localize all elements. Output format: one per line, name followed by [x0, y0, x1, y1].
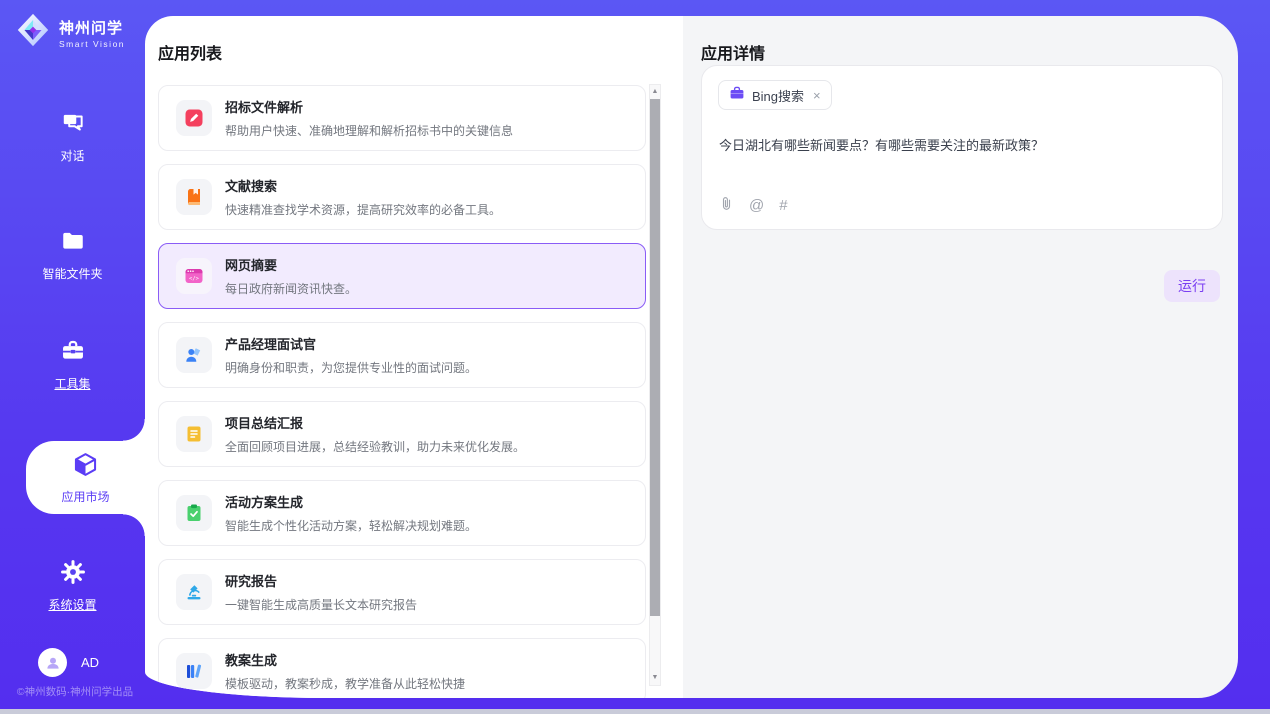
app-desc: 快速精准查找学术资源，提高研究效率的必备工具。: [225, 201, 501, 218]
tool-chip-bing-search[interactable]: Bing搜索 ×: [718, 80, 832, 110]
brand-logo: 神州问学 Smart Vision: [14, 11, 125, 54]
sidebar-item-toolset[interactable]: 工具集: [0, 338, 145, 392]
sidebar-item-smart-folder[interactable]: 智能文件夹: [0, 228, 145, 282]
sidebar: 神州问学 Smart Vision 对话: [0, 0, 145, 714]
tool-chip-label: Bing搜索: [752, 86, 804, 105]
app-list: 招标文件解析 帮助用户快速、准确地理解和解析招标书中的关键信息 文献搜索: [158, 85, 646, 698]
scroll-down-icon[interactable]: ▼: [650, 672, 660, 684]
paperclip-icon[interactable]: [719, 195, 734, 216]
web-page-icon: </>: [176, 258, 212, 294]
content-area: 应用列表 招标文件解析 帮助用户快速、准确地理解和解析招标书中的关键信息: [145, 16, 1238, 698]
app-desc: 明确身份和职责，为您提供专业性的面试问题。: [225, 359, 477, 376]
chip-close-icon[interactable]: ×: [813, 88, 821, 103]
interviewer-icon: [176, 337, 212, 373]
scroll-up-icon[interactable]: ▲: [650, 86, 660, 98]
app-name: 招标文件解析: [225, 97, 513, 116]
app-desc: 一键智能生成高质量长文本研究报告: [225, 596, 417, 613]
hash-icon[interactable]: #: [779, 197, 787, 214]
app-detail-panel: 应用详情 Bing搜索 × 今日湖北有哪些新闻要点？有哪些需要关注的最新政策？: [683, 16, 1238, 698]
app-card-project-summary[interactable]: 项目总结汇报 全面回顾项目进展，总结经验教训，助力未来优化发展。: [158, 401, 646, 467]
app-desc: 每日政府新闻资讯快查。: [225, 280, 357, 297]
app-window: 神州问学 Smart Vision 对话: [0, 0, 1270, 714]
sidebar-item-app-market[interactable]: 应用市场: [26, 441, 145, 514]
app-name: 产品经理面试官: [225, 334, 477, 353]
run-button[interactable]: 运行: [1164, 270, 1220, 302]
briefcase-icon: [729, 85, 745, 106]
sidebar-item-label: 工具集: [54, 375, 90, 392]
composer-toolbar: @ #: [719, 195, 788, 216]
scrollbar-thumb[interactable]: [650, 99, 660, 616]
app-name: 网页摘要: [225, 255, 357, 274]
app-card-research-report[interactable]: 研究报告 一键智能生成高质量长文本研究报告: [158, 559, 646, 625]
app-card-pm-interviewer[interactable]: 产品经理面试官 明确身份和职责，为您提供专业性的面试问题。: [158, 322, 646, 388]
user-account[interactable]: AD: [38, 648, 99, 677]
folder-icon: [60, 228, 86, 259]
app-detail-title: 应用详情: [701, 40, 765, 64]
at-icon[interactable]: @: [749, 197, 764, 214]
brand-name: 神州问学: [59, 17, 125, 38]
svg-text:</>: </>: [189, 276, 200, 282]
sidebar-nav: 对话 智能文件夹: [0, 110, 145, 613]
prompt-card[interactable]: Bing搜索 × 今日湖北有哪些新闻要点？有哪些需要关注的最新政策？ @ #: [701, 65, 1223, 230]
book-icon: [176, 179, 212, 215]
toolbox-icon: [60, 338, 86, 369]
bid-doc-icon: [176, 100, 212, 136]
app-name: 文献搜索: [225, 176, 501, 195]
app-desc: 帮助用户快速、准确地理解和解析招标书中的关键信息: [225, 122, 513, 139]
clipboard-check-icon: [176, 495, 212, 531]
sidebar-item-chat[interactable]: 对话: [0, 110, 145, 164]
sidebar-item-label: 对话: [60, 147, 84, 164]
books-icon: [176, 653, 212, 689]
gear-icon: [60, 559, 86, 590]
copyright-footer: ©神州数码·神州问学出品: [0, 684, 150, 699]
app-desc: 智能生成个性化活动方案，轻松解决规划难题。: [225, 517, 477, 534]
avatar: [38, 648, 67, 677]
sidebar-item-label: 应用市场: [61, 488, 109, 505]
sidebar-item-settings[interactable]: 系统设置: [0, 559, 145, 613]
cube-icon: [72, 451, 99, 483]
diamond-logo-icon: [14, 11, 52, 54]
chat-icon: [60, 110, 86, 141]
app-list-title: 应用列表: [158, 40, 222, 64]
sidebar-item-label: 智能文件夹: [42, 265, 102, 282]
app-card-web-summary[interactable]: </> 网页摘要 每日政府新闻资讯快查。: [158, 243, 646, 309]
window-bottom-edge: [0, 709, 1270, 714]
microscope-icon: [176, 574, 212, 610]
query-input[interactable]: 今日湖北有哪些新闻要点？有哪些需要关注的最新政策？: [719, 135, 1206, 154]
app-name: 研究报告: [225, 571, 417, 590]
user-name: AD: [81, 655, 99, 670]
app-name: 教案生成: [225, 650, 465, 669]
app-card-event-plan[interactable]: 活动方案生成 智能生成个性化活动方案，轻松解决规划难题。: [158, 480, 646, 546]
app-card-literature-search[interactable]: 文献搜索 快速精准查找学术资源，提高研究效率的必备工具。: [158, 164, 646, 230]
list-scrollbar[interactable]: ▲ ▼: [649, 84, 661, 686]
app-list-panel: 应用列表 招标文件解析 帮助用户快速、准确地理解和解析招标书中的关键信息: [145, 16, 683, 698]
app-name: 活动方案生成: [225, 492, 477, 511]
app-name: 项目总结汇报: [225, 413, 525, 432]
app-card-lesson-plan[interactable]: 教案生成 模板驱动，教案秒成，教学准备从此轻松快捷: [158, 638, 646, 698]
sidebar-item-label: 系统设置: [48, 596, 96, 613]
app-card-bid-parse[interactable]: 招标文件解析 帮助用户快速、准确地理解和解析招标书中的关键信息: [158, 85, 646, 151]
app-desc: 模板驱动，教案秒成，教学准备从此轻松快捷: [225, 675, 465, 692]
note-icon: [176, 416, 212, 452]
brand-subtitle: Smart Vision: [59, 39, 125, 49]
app-desc: 全面回顾项目进展，总结经验教训，助力未来优化发展。: [225, 438, 525, 455]
